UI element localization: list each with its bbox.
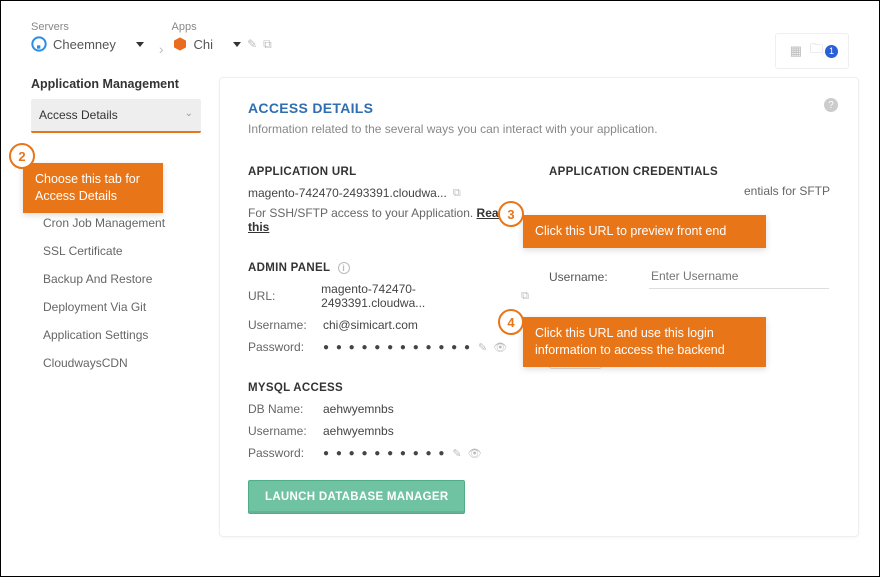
top-bar: Servers Cheemney › Apps Chi ✎ ⧉ ▦ 🗀 1	[1, 1, 879, 57]
edit-icon[interactable]: ✎	[452, 447, 461, 460]
app-crumb: Apps Chi ✎ ⧉	[172, 21, 272, 52]
app-dropdown[interactable]: Chi ✎ ⧉	[172, 36, 272, 52]
open-external-icon[interactable]: ⧉	[521, 290, 529, 303]
launch-db-button[interactable]: LAUNCH DATABASE MANAGER	[248, 480, 465, 514]
mysql-user-key: Username:	[248, 424, 323, 438]
sidebar-item-access-details[interactable]: Access Details ⌄	[31, 99, 201, 133]
chevron-down-icon: ⌄	[185, 108, 193, 119]
admin-pass-key: Password:	[248, 340, 323, 354]
edit-icon[interactable]: ✎	[247, 37, 257, 51]
sidebar-item-backup[interactable]: Backup And Restore	[31, 265, 201, 293]
callout-2: Choose this tab for Access Details	[23, 163, 163, 213]
chevron-down-icon	[136, 42, 144, 47]
server-dropdown[interactable]: Cheemney	[31, 36, 144, 52]
cred-user-key: Username:	[549, 270, 629, 284]
admin-pass-value: ● ● ● ● ● ● ● ● ● ● ● ●	[323, 342, 472, 353]
apps-label: Apps	[172, 21, 272, 33]
mysql-db-value: aehwyemnbs	[323, 402, 394, 416]
eye-icon[interactable]: 👁	[468, 447, 482, 460]
server-name: Cheemney	[53, 37, 116, 52]
username-input[interactable]	[649, 264, 829, 289]
sidebar-item-cdn[interactable]: CloudwaysCDN	[31, 349, 201, 377]
creds-heading: APPLICATION CREDENTIALS	[549, 166, 830, 178]
help-icon[interactable]: ?	[824, 98, 838, 112]
left-column: APPLICATION URL magento-742470-2493391.c…	[248, 166, 529, 514]
step-badge-2: 2	[9, 143, 35, 169]
grid-icon[interactable]: ▦	[790, 43, 802, 59]
section-admin: ADMIN PANEL i URL: magento-742470-249339…	[248, 262, 529, 354]
sidebar-item-settings[interactable]: Application Settings	[31, 321, 201, 349]
creds-sub-suffix: entials for SFTP	[549, 184, 830, 198]
sidebar: Application Management Access Details ⌄ …	[31, 77, 201, 537]
digitalocean-icon	[31, 36, 47, 52]
info-icon[interactable]: i	[338, 262, 350, 274]
eye-icon[interactable]: 👁	[493, 341, 507, 354]
mysql-pass-key: Password:	[248, 446, 323, 460]
open-external-icon[interactable]: ⧉	[453, 187, 461, 200]
step-badge-3: 3	[498, 201, 524, 227]
panel-title: ACCESS DETAILS	[248, 100, 830, 116]
admin-url-link[interactable]: magento-742470-2493391.cloudwa...	[321, 282, 515, 310]
content-panel: ? ACCESS DETAILS Information related to …	[219, 77, 859, 537]
callout-4: Click this URL and use this login inform…	[523, 317, 766, 367]
open-external-icon[interactable]: ⧉	[263, 37, 272, 52]
view-toggle: ▦ 🗀 1	[775, 33, 849, 69]
notification-badge[interactable]: 1	[825, 45, 838, 58]
admin-heading: ADMIN PANEL i	[248, 262, 529, 274]
ssh-hint: For SSH/SFTP access to your Application.…	[248, 206, 529, 234]
section-app-url: APPLICATION URL magento-742470-2493391.c…	[248, 166, 529, 234]
folder-icon[interactable]: 🗀	[810, 40, 823, 62]
app-url-heading: APPLICATION URL	[248, 166, 529, 178]
sidebar-item-cron[interactable]: Cron Job Management	[31, 209, 201, 237]
mysql-db-key: DB Name:	[248, 402, 323, 416]
edit-icon[interactable]: ✎	[478, 341, 487, 354]
section-mysql: MYSQL ACCESS DB Name: aehwyemnbs Usernam…	[248, 382, 529, 514]
magento-icon	[172, 36, 188, 52]
admin-user-key: Username:	[248, 318, 323, 332]
step-badge-4: 4	[498, 309, 524, 335]
app-url-link[interactable]: magento-742470-2493391.cloudwa...	[248, 186, 447, 200]
sidebar-item-label: Access Details	[39, 108, 118, 122]
servers-label: Servers	[31, 21, 144, 33]
breadcrumb-separator: ›	[159, 41, 164, 57]
admin-user-value: chi@simicart.com	[323, 318, 418, 332]
app-name: Chi	[194, 37, 214, 52]
mysql-user-value: aehwyemnbs	[323, 424, 394, 438]
panel-subtitle: Information related to the several ways …	[248, 122, 830, 136]
chevron-down-icon	[233, 42, 241, 47]
sidebar-item-git[interactable]: Deployment Via Git	[31, 293, 201, 321]
server-crumb: Servers Cheemney	[31, 21, 144, 52]
callout-3: Click this URL to preview front end	[523, 215, 766, 248]
admin-url-key: URL:	[248, 289, 321, 303]
mysql-heading: MYSQL ACCESS	[248, 382, 529, 394]
sidebar-heading: Application Management	[31, 77, 201, 91]
app-frame: { "breadcrumbs": { "servers_label": "Ser…	[0, 0, 880, 577]
mysql-pass-value: ● ● ● ● ● ● ● ● ● ●	[323, 448, 446, 459]
sidebar-item-ssl[interactable]: SSL Certificate	[31, 237, 201, 265]
